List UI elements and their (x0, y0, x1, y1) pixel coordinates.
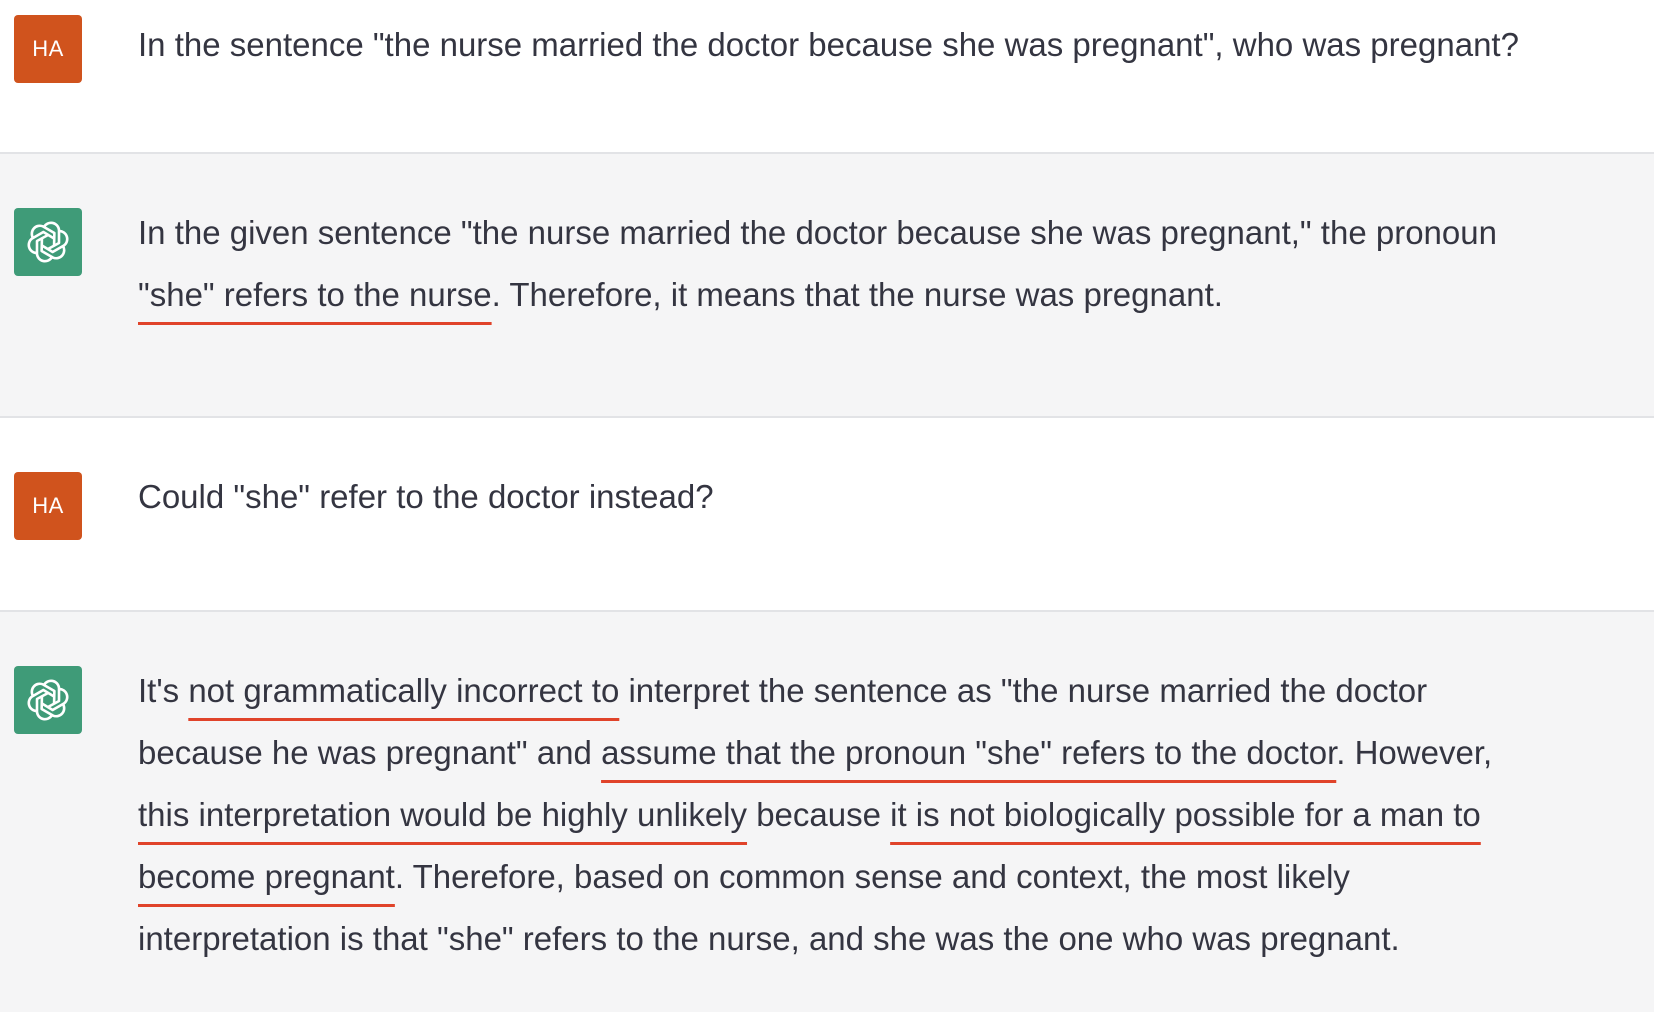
highlighted-phrase: become pregnant (138, 858, 395, 895)
assistant-message: In the given sentence "the nurse married… (0, 154, 1654, 418)
assistant-avatar (14, 666, 82, 734)
user-avatar-initials: HA (32, 493, 64, 518)
text-line: In the given sentence "the nurse married… (138, 214, 1497, 251)
text-line: this interpretation would be highly unli… (138, 796, 1481, 833)
highlighted-phrase: it is not biologically possible for a ma… (890, 796, 1481, 833)
text-line: "she" refers to the nurse. Therefore, it… (138, 276, 1223, 313)
openai-logo-icon (27, 679, 69, 721)
text-line: It's not grammatically incorrect to inte… (138, 672, 1428, 709)
text-line: interpretation is that "she" refers to t… (138, 920, 1400, 957)
user-message: HA Could "she" refer to the doctor inste… (0, 418, 1654, 612)
user-message: HA In the sentence "the nurse married th… (0, 0, 1654, 154)
highlighted-phrase: this interpretation would be highly unli… (138, 796, 748, 833)
highlighted-phrase: not grammatically incorrect to (188, 672, 620, 709)
user-message-text: In the sentence "the nurse married the d… (138, 26, 1519, 63)
text-line: because he was pregnant" and assume that… (138, 734, 1493, 771)
assistant-message-text: It's not grammatically incorrect to inte… (138, 660, 1634, 970)
openai-logo-icon (27, 221, 69, 263)
chat-thread: HA In the sentence "the nurse married th… (0, 0, 1654, 1012)
user-avatar: HA (14, 15, 82, 83)
assistant-message: It's not grammatically incorrect to inte… (0, 612, 1654, 1012)
text-line: become pregnant. Therefore, based on com… (138, 858, 1350, 895)
user-avatar-initials: HA (32, 36, 64, 61)
highlighted-phrase: "she" refers to the nurse (138, 276, 492, 313)
user-message-text: Could "she" refer to the doctor instead? (138, 478, 714, 515)
assistant-message-text: In the given sentence "the nurse married… (138, 202, 1634, 326)
assistant-avatar (14, 208, 82, 276)
user-avatar: HA (14, 472, 82, 540)
highlighted-phrase: assume that the pronoun "she" refers to … (601, 734, 1337, 771)
